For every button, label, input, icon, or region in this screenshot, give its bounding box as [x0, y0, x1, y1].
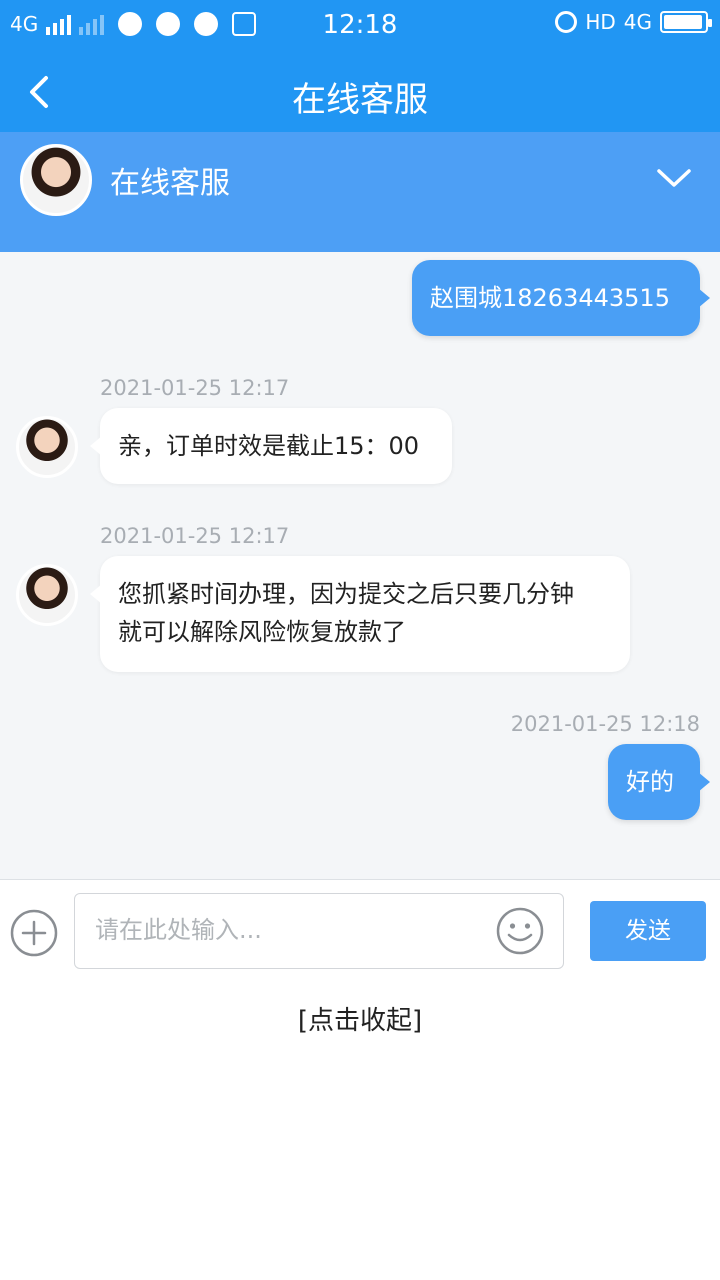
page-title: 在线客服 [292, 80, 428, 120]
smile-icon[interactable] [495, 906, 545, 956]
message-text: 亲，订单时效是截止15：00 [118, 432, 420, 460]
plus-circle-icon[interactable] [10, 909, 58, 957]
message-text-line: 您抓紧时间办理，因为提交之后只要几分钟 [118, 580, 574, 608]
message-bubble-sent: 赵围城18263443515 [412, 260, 710, 336]
message-timestamp: 2021-01-25 12:18 [510, 712, 700, 736]
status-bar: 4G 12:18 HD 4G [0, 0, 720, 52]
message-timestamp: 2021-01-25 12:17 [100, 376, 290, 400]
message-input-field [74, 893, 564, 969]
chevron-down-icon[interactable] [656, 166, 692, 190]
message-input[interactable] [95, 910, 485, 950]
hd-label: HD [585, 10, 616, 34]
chat-area[interactable]: 赵围城18263443515 2021-01-25 12:17 亲，订单时效是截… [0, 252, 720, 879]
alarm-icon [555, 11, 578, 33]
collapse-link[interactable]: [点击收起] [0, 1000, 720, 1037]
agent-avatar [16, 416, 78, 478]
input-bar: 发送 [0, 879, 720, 979]
send-button[interactable]: 发送 [590, 901, 706, 961]
message-timestamp: 2021-01-25 12:17 [100, 524, 290, 548]
message-bubble-received: 亲，订单时效是截止15：00 [90, 408, 452, 484]
title-bar: 在线客服 [0, 52, 720, 132]
agent-header[interactable]: 在线客服 [0, 132, 720, 252]
message-text: 赵围城18263443515 [430, 284, 670, 312]
message-bubble-sent: 好的 [608, 744, 710, 820]
message-bubble-received: 您抓紧时间办理，因为提交之后只要几分钟 就可以解除风险恢复放款了 [90, 556, 630, 672]
agent-avatar [16, 564, 78, 626]
status-right: HD 4G [555, 10, 712, 34]
agent-avatar [20, 144, 92, 216]
message-text: 好的 [626, 768, 674, 796]
message-text-line: 就可以解除风险恢复放款了 [118, 618, 406, 646]
battery-icon [660, 11, 712, 33]
network-right-label: 4G [623, 10, 652, 34]
agent-name: 在线客服 [110, 166, 230, 201]
